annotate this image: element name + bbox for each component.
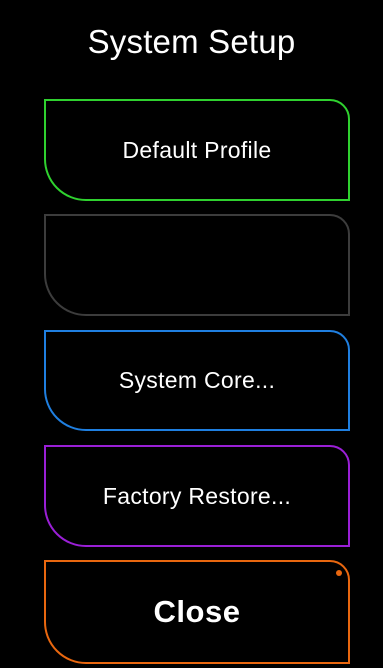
page-title: System Setup bbox=[87, 23, 296, 60]
default-profile-button[interactable]: Default Profile bbox=[44, 99, 350, 201]
close-label: Close bbox=[153, 594, 241, 629]
system-setup-panel: System Setup Default Profile System Core… bbox=[0, 0, 383, 668]
default-profile-label: Default Profile bbox=[122, 136, 272, 163]
system-core-button[interactable]: System Core... bbox=[44, 330, 350, 431]
system-core-label: System Core... bbox=[118, 367, 276, 393]
factory-restore-button[interactable]: Factory Restore... bbox=[44, 445, 350, 547]
close-button[interactable]: Close bbox=[44, 560, 350, 664]
factory-restore-label: Factory Restore... bbox=[102, 482, 292, 509]
empty-slot-button[interactable] bbox=[44, 214, 350, 316]
status-indicator-dot bbox=[336, 570, 342, 576]
